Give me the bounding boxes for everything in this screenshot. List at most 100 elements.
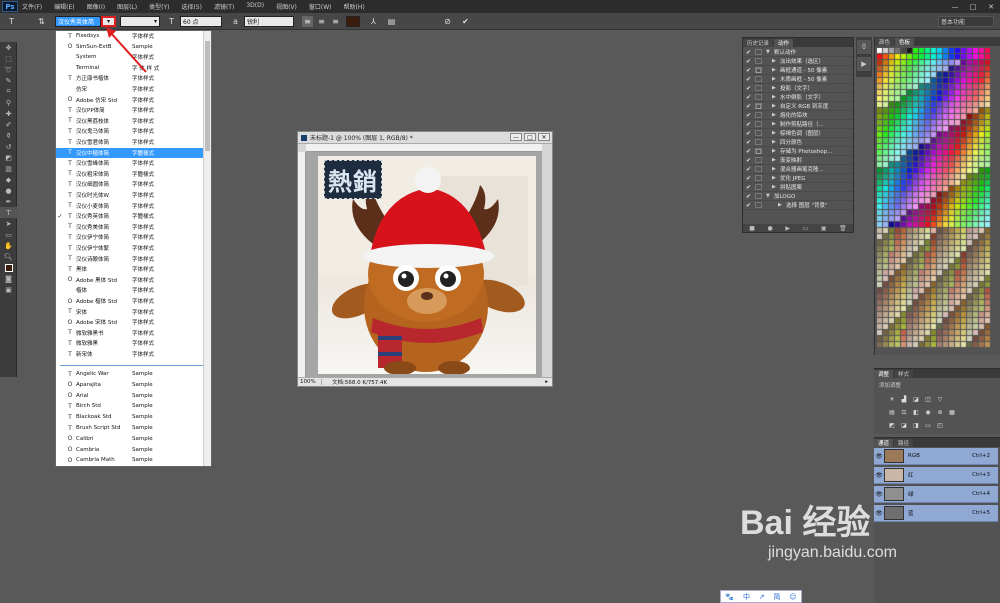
- chinese-button[interactable]: 中: [743, 592, 750, 602]
- dialog-toggle[interactable]: [755, 130, 762, 136]
- marquee-tool-icon[interactable]: ⬚: [0, 53, 17, 64]
- dialog-toggle[interactable]: [755, 157, 762, 163]
- trash-icon[interactable]: 🗑︎: [839, 225, 847, 232]
- sale-text-layer[interactable]: 熱銷: [324, 160, 382, 199]
- font-list-item[interactable]: T Brush Script Std Sample: [56, 423, 205, 433]
- check-icon[interactable]: ✔: [744, 139, 753, 146]
- menu-item[interactable]: 帮助(H): [344, 2, 365, 11]
- menu-item[interactable]: 3D(D): [246, 2, 264, 11]
- antialias-select[interactable]: 锐利: [244, 16, 294, 27]
- path-select-tool-icon[interactable]: ➤: [0, 218, 17, 229]
- crop-tool-icon[interactable]: ⌗: [0, 86, 17, 97]
- quick-select-tool-icon[interactable]: ✎: [0, 75, 17, 86]
- action-row[interactable]: ✔ ▶ 优化 JPEG: [743, 174, 853, 183]
- menu-item[interactable]: 图层(L): [117, 2, 137, 11]
- action-row[interactable]: ✔ ▶ 木质画框 - 50 像素: [743, 75, 853, 84]
- selective-color-icon[interactable]: ◰: [936, 421, 944, 429]
- check-icon[interactable]: ✔: [744, 202, 753, 209]
- actions-panel-icon[interactable]: ▶: [857, 57, 871, 71]
- align-right-icon[interactable]: ≡: [330, 16, 341, 27]
- expand-triangle-icon[interactable]: ▶: [772, 157, 780, 163]
- check-icon[interactable]: ✔: [744, 184, 753, 191]
- swatch-grid[interactable]: [877, 48, 991, 352]
- dialog-toggle[interactable]: □: [755, 103, 762, 110]
- dialog-toggle[interactable]: [755, 175, 762, 181]
- check-icon[interactable]: ✔: [744, 76, 753, 83]
- expand-triangle-icon[interactable]: ▶: [772, 130, 780, 136]
- paw-icon[interactable]: 🐾: [725, 593, 734, 601]
- gradient-tool-icon[interactable]: ▥: [0, 163, 17, 174]
- align-center-icon[interactable]: ≡: [316, 16, 327, 27]
- tab-color[interactable]: 颜色: [875, 38, 895, 46]
- font-list-item[interactable]: T 汉仪雪峰体简 字体样式: [56, 158, 205, 168]
- action-row[interactable]: ✔ □ ▶ 画框通道 - 50 像素: [743, 66, 853, 75]
- font-list-item[interactable]: T Angelic War Sample: [56, 369, 205, 379]
- status-menu-arrow-icon[interactable]: ▸: [545, 379, 548, 385]
- expand-triangle-icon[interactable]: ▶: [778, 202, 786, 208]
- action-row[interactable]: ✔ ▶ 投影（文字）: [743, 84, 853, 93]
- font-list-item[interactable]: T 微软雅黑 字体样式: [56, 338, 205, 348]
- close-button[interactable]: ✕: [982, 0, 1000, 13]
- tab-channels[interactable]: 通道: [874, 439, 894, 447]
- check-icon[interactable]: ✔: [744, 94, 753, 101]
- check-icon[interactable]: ✔: [744, 175, 753, 182]
- simplified-button[interactable]: 简: [773, 592, 780, 602]
- action-row[interactable]: ✔ □ ▶ 自定义 RGB 到灰度: [743, 102, 853, 111]
- history-brush-tool-icon[interactable]: ↺: [0, 141, 17, 152]
- history-panel-icon[interactable]: ⌚︎: [857, 40, 871, 54]
- action-row[interactable]: ✔ ▶ 选择 图层 "背景": [743, 201, 853, 210]
- font-list-item[interactable]: T 微软雅黑书 字体样式: [56, 328, 205, 338]
- new-action-icon[interactable]: ▣: [821, 225, 827, 232]
- font-list-item[interactable]: O Adobe 黑体 Std 字体样式: [56, 275, 205, 285]
- menu-item[interactable]: 编辑(E): [54, 2, 74, 11]
- expand-triangle-icon[interactable]: ▶: [772, 121, 780, 127]
- text-color-swatch[interactable]: [346, 16, 360, 27]
- action-row[interactable]: ✔ ▶ 制作剪贴路径（...: [743, 120, 853, 129]
- menu-item[interactable]: 文件(F): [22, 2, 42, 11]
- check-icon[interactable]: ✔: [744, 103, 753, 110]
- check-icon[interactable]: ✔: [744, 157, 753, 164]
- dialog-toggle[interactable]: □: [755, 148, 762, 155]
- font-list-item[interactable]: O Cambria Math Sample: [56, 455, 205, 465]
- expand-triangle-icon[interactable]: ▼: [766, 193, 774, 199]
- action-row[interactable]: ✔ ▶ 混合器画笔克隆...: [743, 165, 853, 174]
- tab-paths[interactable]: 路径: [894, 439, 914, 447]
- font-list-item[interactable]: ✓ T 汉仪秀英体简 字體樣式: [56, 211, 205, 221]
- dialog-toggle[interactable]: [755, 166, 762, 172]
- font-list-item[interactable]: T 汉仪黑荔枝体 字体样式: [56, 116, 205, 126]
- maximize-button[interactable]: □: [964, 0, 982, 13]
- font-list-item[interactable]: T 宋体 字体样式: [56, 307, 205, 317]
- levels-icon[interactable]: ▟: [900, 395, 908, 403]
- expand-triangle-icon[interactable]: ▶: [772, 94, 780, 100]
- horizontal-ruler[interactable]: [306, 144, 542, 152]
- dialog-toggle[interactable]: [755, 193, 762, 199]
- eraser-tool-icon[interactable]: ◩: [0, 152, 17, 163]
- action-row[interactable]: ✔ ▶ 渐变映射: [743, 156, 853, 165]
- font-list-item[interactable]: O Adobe 宋体 Std 字体样式: [56, 317, 205, 327]
- font-list-item[interactable]: T 汉仪伊宁体简 字体样式: [56, 232, 205, 242]
- expand-triangle-icon[interactable]: ▶: [772, 58, 780, 64]
- dialog-toggle[interactable]: [755, 94, 762, 100]
- menu-item[interactable]: 图像(I): [87, 2, 105, 11]
- lasso-tool-icon[interactable]: ➰: [0, 64, 17, 75]
- eye-icon[interactable]: 👁︎: [874, 472, 884, 479]
- type-tool-icon-selected[interactable]: T: [0, 207, 17, 218]
- zoom-tool-icon[interactable]: 🔍︎: [0, 251, 17, 262]
- font-list-item[interactable]: T 汉仪时光体W 字体样式: [56, 190, 205, 200]
- share-icon[interactable]: ↗: [759, 593, 765, 601]
- action-row[interactable]: ✔ □ ▶ 存储为 Photoshop...: [743, 147, 853, 156]
- check-icon[interactable]: ✔: [744, 49, 753, 56]
- brush-tool-icon[interactable]: ✐: [0, 119, 17, 130]
- tab-history[interactable]: 历史记录: [743, 39, 774, 47]
- exposure-icon[interactable]: ◫: [924, 395, 932, 403]
- expand-triangle-icon[interactable]: ▼: [766, 49, 774, 55]
- font-list-item[interactable]: T 汉仪PP体简 字体样式: [56, 105, 205, 115]
- menu-item[interactable]: 视图(V): [276, 2, 297, 11]
- dialog-toggle[interactable]: [755, 139, 762, 145]
- shape-tool-icon[interactable]: ▭: [0, 229, 17, 240]
- expand-triangle-icon[interactable]: ▶: [772, 112, 780, 118]
- stamp-tool-icon[interactable]: ⚱: [0, 130, 17, 141]
- font-size-input[interactable]: 60 点: [180, 16, 222, 27]
- action-row[interactable]: ✔ ▶ 水中倒影（文字）: [743, 93, 853, 102]
- expand-triangle-icon[interactable]: ▶: [772, 103, 780, 109]
